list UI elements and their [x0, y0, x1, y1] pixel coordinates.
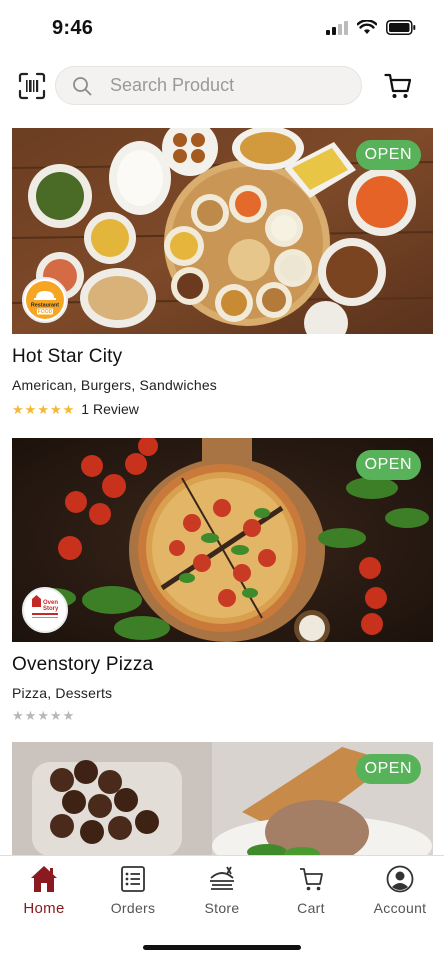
nav-item-store[interactable]: Store: [182, 864, 262, 916]
barcode-scan-icon[interactable]: [18, 72, 46, 100]
star-icon: ★: [12, 708, 24, 723]
restaurant-name[interactable]: Hot Star City: [12, 346, 122, 368]
svg-text:FOOD: FOOD: [38, 309, 53, 315]
svg-text:Story: Story: [43, 606, 59, 612]
nav-label: Cart: [297, 900, 325, 916]
status-bar: 9:46: [0, 0, 444, 58]
cart-icon[interactable]: [384, 72, 412, 100]
nav-label: Account: [373, 900, 427, 916]
restaurant-image[interactable]: OPEN Oven Story: [12, 438, 433, 644]
nav-item-cart[interactable]: Cart: [271, 864, 351, 916]
restaurant-image[interactable]: OPEN Restaurant FOOD: [12, 128, 433, 334]
restaurant-cuisine: Pizza, Desserts: [12, 685, 113, 701]
battery-icon: [386, 20, 416, 35]
restaurant-logo[interactable]: Oven Story: [22, 587, 68, 633]
restaurant-card[interactable]: OPEN: [0, 742, 444, 856]
restaurant-rating[interactable]: ★ ★ ★ ★ ★ 1 Review: [12, 401, 139, 417]
restaurant-card[interactable]: OPEN Oven Story Ovenstory Pizza Pizza, D…: [0, 438, 444, 728]
star-icon: ★: [62, 708, 75, 723]
top-bar: [0, 66, 444, 106]
nav-item-account[interactable]: Account: [360, 864, 440, 916]
restaurant-card[interactable]: OPEN Restaurant FOOD Hot Star City Ameri…: [0, 128, 444, 428]
restaurant-rating[interactable]: ★ ★ ★ ★ ★: [12, 709, 74, 722]
nav-label: Orders: [110, 900, 156, 916]
restaurant-name[interactable]: Ovenstory Pizza: [12, 654, 153, 676]
star-icon: ★: [37, 401, 49, 417]
star-icon: ★: [12, 401, 24, 417]
nav-item-orders[interactable]: Orders: [93, 864, 173, 916]
star-icon: ★: [49, 401, 62, 417]
star-icon: ★: [62, 401, 75, 417]
nav-label: Home: [23, 900, 65, 917]
cart-icon: [300, 868, 323, 891]
star-icon: ★: [24, 708, 37, 723]
open-status-badge: OPEN: [355, 140, 421, 170]
svg-text:Restaurant: Restaurant: [31, 303, 59, 309]
status-icons: [326, 20, 416, 35]
store-icon: [210, 866, 234, 890]
star-icon: ★: [37, 708, 49, 723]
signal-icon: [326, 20, 348, 35]
open-status-badge: OPEN: [355, 754, 421, 784]
restaurant-feed[interactable]: OPEN Restaurant FOOD Hot Star City Ameri…: [0, 128, 444, 856]
search-icon: [73, 76, 92, 95]
nav-label: Store: [204, 900, 240, 916]
search-input[interactable]: [110, 75, 330, 96]
restaurant-logo-image: Oven Story: [32, 595, 59, 618]
nav-item-home[interactable]: Home: [4, 864, 84, 917]
restaurant-image[interactable]: OPEN: [12, 742, 433, 856]
star-icon: ★: [24, 401, 37, 417]
status-time: 9:46: [52, 17, 94, 39]
star-icon: ★: [49, 708, 62, 723]
orders-icon: [121, 866, 145, 892]
review-count[interactable]: 1 Review: [81, 401, 139, 417]
wifi-icon: [357, 20, 377, 34]
open-status-badge: OPEN: [355, 450, 421, 480]
restaurant-cuisine: American, Burgers, Sandwiches: [12, 377, 217, 393]
account-icon: [386, 865, 414, 893]
restaurant-logo-image: Restaurant FOOD: [26, 281, 64, 319]
restaurant-logo[interactable]: Restaurant FOOD: [22, 277, 68, 323]
search-bar[interactable]: [55, 66, 362, 105]
home-icon: [31, 866, 57, 892]
home-indicator[interactable]: [143, 945, 301, 950]
